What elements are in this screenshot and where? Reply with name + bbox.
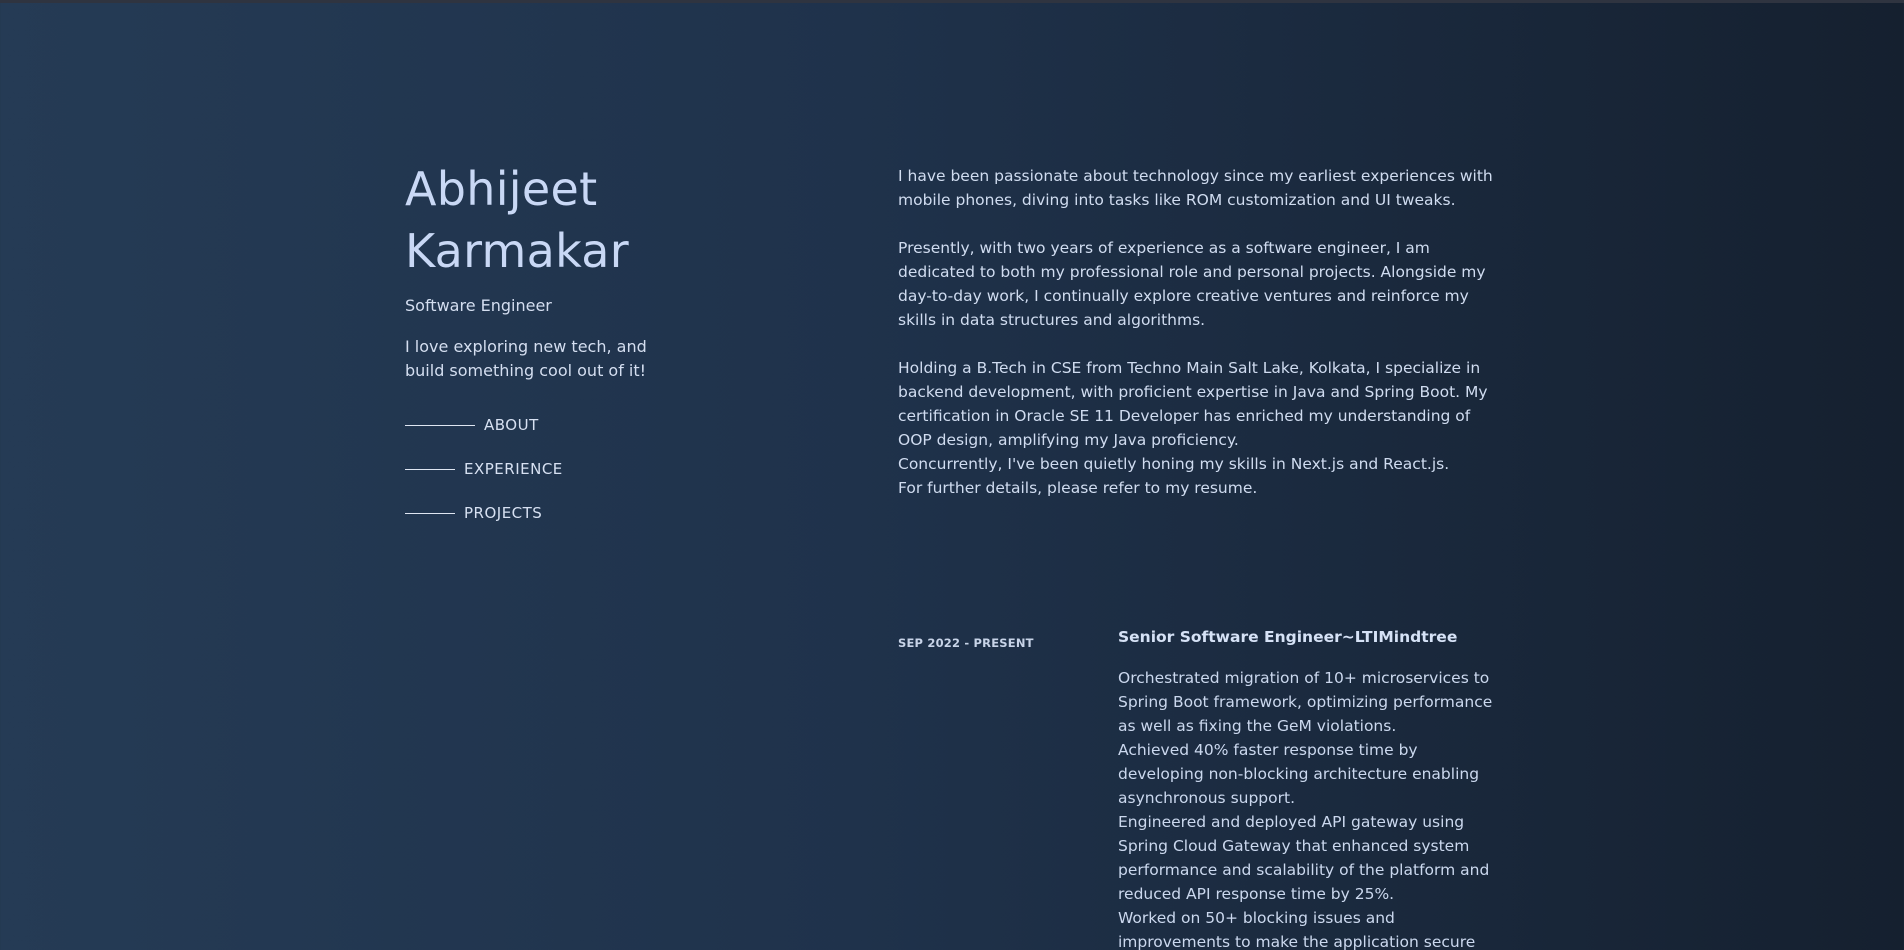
experience-bullet: Worked on 50+ blocking issues and improv… (1118, 909, 1476, 950)
experience-date: SEP 2022 - PRESENT (898, 636, 1034, 650)
nav-indicator-line (405, 512, 455, 514)
about-paragraph: Concurrently, I've been quietly honing m… (898, 455, 1450, 473)
nav-indicator-line (405, 424, 475, 426)
about-resume-note: For further details, please refer to my … (898, 479, 1258, 497)
profile-name: Abhijeet Karmakar (405, 162, 629, 278)
about-paragraph: I have been passionate about technology … (898, 167, 1493, 209)
nav-label-experience: EXPERIENCE (464, 460, 563, 478)
profile-role: Software Engineer (405, 296, 552, 315)
nav-item-projects[interactable]: PROJECTS (405, 491, 825, 535)
nav-label-about: ABOUT (484, 416, 539, 434)
browser-top-edge (0, 0, 1904, 3)
nav-item-experience[interactable]: EXPERIENCE (405, 447, 825, 491)
about-section: I have been passionate about technology … (898, 164, 1504, 500)
profile-tagline: I love exploring new tech, and build som… (405, 337, 647, 380)
nav-label-projects: PROJECTS (464, 504, 543, 522)
about-paragraph: Holding a B.Tech in CSE from Techno Main… (898, 359, 1488, 449)
section-nav: ABOUT EXPERIENCE PROJECTS (405, 403, 825, 535)
experience-bullet: Achieved 40% faster response time by dev… (1118, 741, 1480, 807)
experience-card[interactable]: Senior Software Engineer~LTIMindtree Orc… (1118, 628, 1508, 950)
experience-bullet: Engineered and deployed API gateway usin… (1118, 813, 1490, 903)
about-paragraph: Presently, with two years of experience … (898, 239, 1486, 329)
profile-sidebar: Abhijeet Karmakar Software Engineer I lo… (405, 158, 825, 535)
experience-title: Senior Software Engineer~LTIMindtree (1118, 628, 1458, 646)
nav-indicator-line (405, 468, 455, 470)
nav-item-about[interactable]: ABOUT (405, 403, 825, 447)
experience-bullet: Orchestrated migration of 10+ microservi… (1118, 669, 1493, 735)
